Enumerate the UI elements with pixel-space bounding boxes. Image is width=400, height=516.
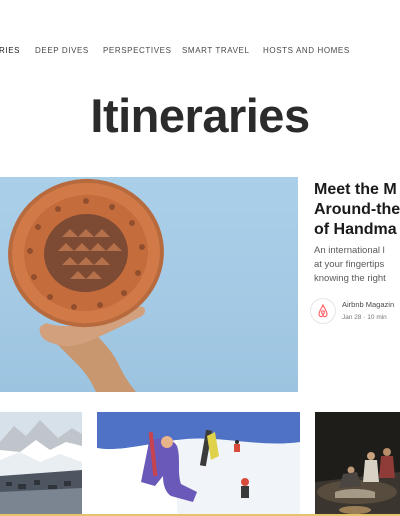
snowy-mountains-photo xyxy=(0,412,82,516)
article-byline: Airbnb Magazin Jan 28 · 10 min xyxy=(310,296,400,332)
featured-article-description: An international l at your fingertips kn… xyxy=(314,244,400,286)
handmade-plate-photo xyxy=(8,178,164,392)
byline-author[interactable]: Airbnb Magazin xyxy=(342,300,394,309)
page-title: Itineraries xyxy=(90,89,310,142)
article-title-line: Around-the xyxy=(314,201,400,218)
article-thumbnail-mountains[interactable] xyxy=(0,412,82,516)
article-thumbnail-performance[interactable] xyxy=(315,412,400,516)
nav-item-itineraries[interactable]: RIES xyxy=(0,46,20,55)
byline-meta: Jan 28 · 10 min xyxy=(342,314,387,321)
stage-performance-photo xyxy=(315,412,400,516)
article-desc-line: knowing the right xyxy=(314,273,386,284)
nav-item-deep-dives[interactable]: DEEP DIVES xyxy=(35,46,89,55)
category-nav: RIES DEEP DIVES PERSPECTIVES SMART TRAVE… xyxy=(0,0,400,100)
skiing-illustration xyxy=(97,412,300,516)
airbnb-logo-icon xyxy=(310,298,336,324)
nav-item-perspectives[interactable]: PERSPECTIVES xyxy=(103,46,172,55)
featured-article-title[interactable]: Meet the M Around-the of Handma xyxy=(314,180,400,240)
article-title-line: of Handma xyxy=(314,221,397,238)
article-thumbnail-illustration[interactable] xyxy=(97,412,300,516)
article-title-line: Meet the M xyxy=(314,181,397,198)
nav-item-smart-travel[interactable]: SMART TRAVEL xyxy=(182,46,250,55)
nav-item-hosts-and-homes[interactable]: HOSTS AND HOMES xyxy=(263,46,350,55)
featured-article-image[interactable] xyxy=(0,177,298,392)
article-desc-line: An international l xyxy=(314,245,385,256)
article-desc-line: at your fingertips xyxy=(314,259,385,270)
